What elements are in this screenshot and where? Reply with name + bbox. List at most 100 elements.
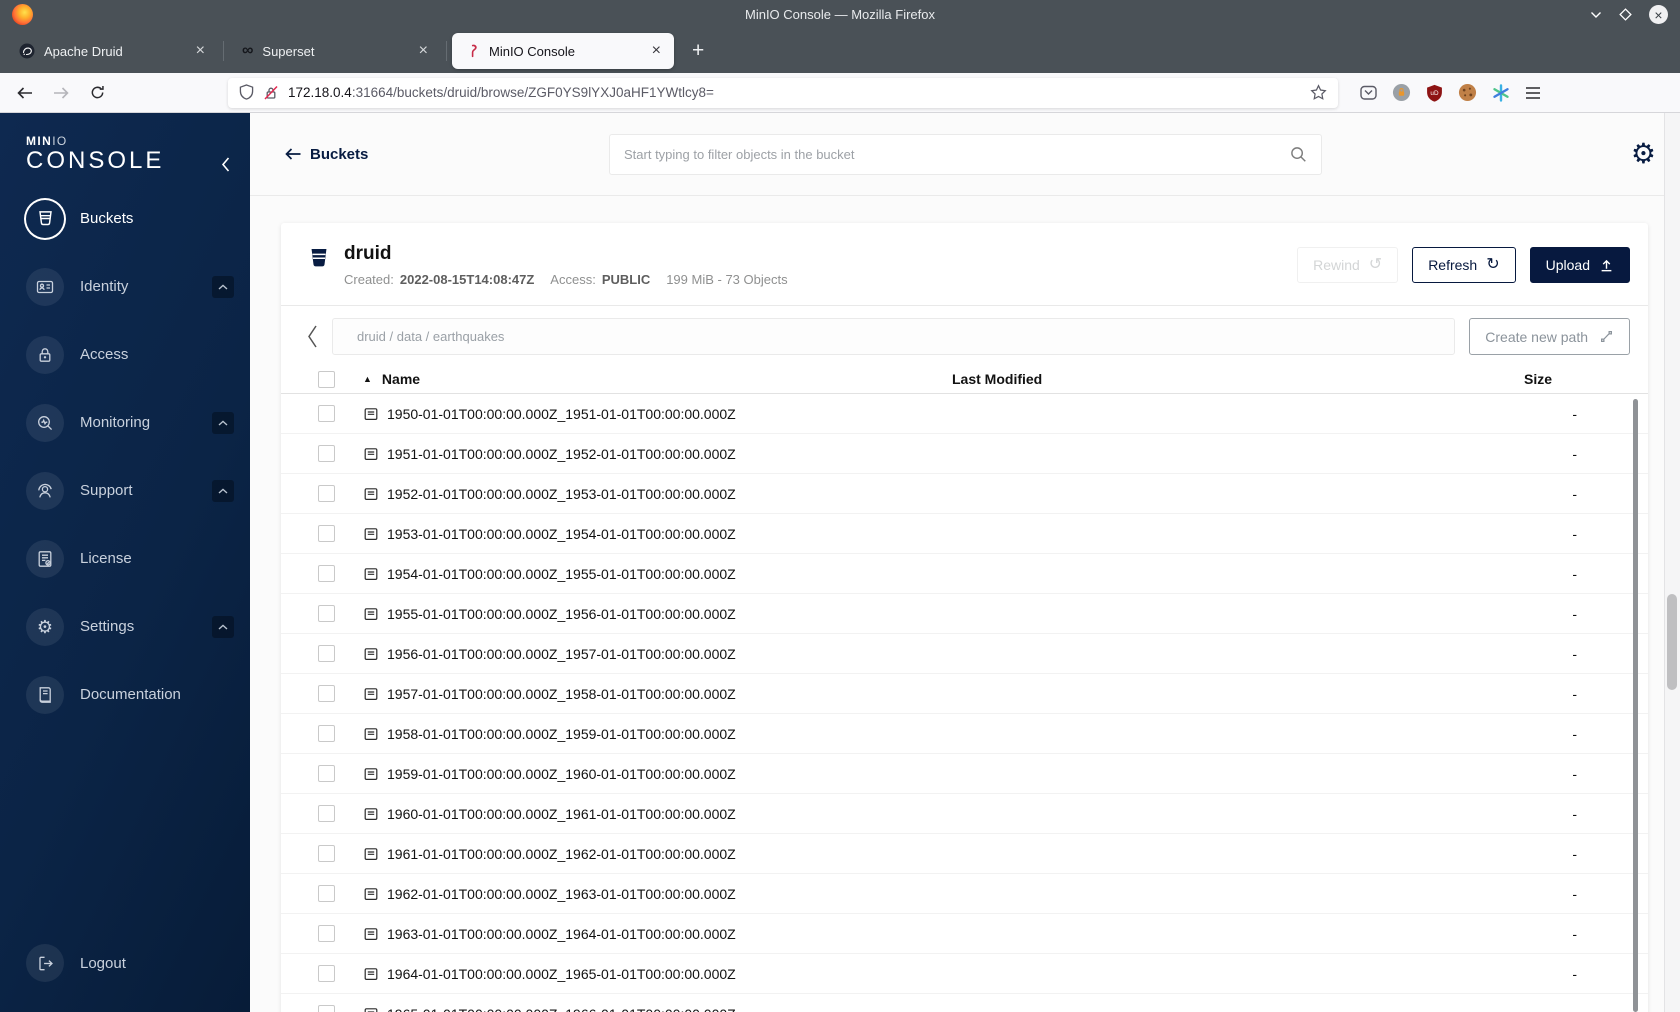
select-all-checkbox[interactable] bbox=[318, 370, 335, 388]
minimize-icon[interactable] bbox=[1590, 11, 1602, 19]
tab-minio-console[interactable]: MinIO Console × bbox=[452, 33, 674, 69]
bookmark-star-icon[interactable] bbox=[1310, 84, 1327, 101]
tab-superset[interactable]: ∞ Superset × bbox=[229, 33, 441, 69]
url-text[interactable]: 172.18.0.4:31664/buckets/druid/browse/ZG… bbox=[288, 85, 1301, 100]
sidebar-item-identity[interactable]: Identity bbox=[0, 253, 250, 321]
sidebar-item-settings[interactable]: ⚙ Settings bbox=[0, 593, 250, 661]
object-size: - bbox=[1572, 525, 1577, 542]
row-checkbox[interactable] bbox=[318, 645, 335, 662]
tab-apache-druid[interactable]: Apache Druid × bbox=[6, 33, 218, 69]
table-row[interactable]: 1952-01-01T00:00:00.000Z_1953-01-01T00:0… bbox=[281, 474, 1648, 514]
privacy-extension-icon[interactable] bbox=[1392, 83, 1411, 102]
row-checkbox[interactable] bbox=[318, 605, 335, 622]
refresh-button[interactable]: Refresh ↻ bbox=[1412, 247, 1516, 283]
breadcrumb-path: druid / data / earthquakes bbox=[357, 329, 505, 344]
create-new-path-button[interactable]: Create new path bbox=[1469, 318, 1630, 355]
object-size: - bbox=[1572, 605, 1577, 622]
asterisk-extension-icon[interactable] bbox=[1492, 83, 1510, 102]
table-row[interactable]: 1954-01-01T00:00:00.000Z_1955-01-01T00:0… bbox=[281, 554, 1648, 594]
table-row[interactable]: 1957-01-01T00:00:00.000Z_1958-01-01T00:0… bbox=[281, 674, 1648, 714]
ublock-shield-icon[interactable]: uD bbox=[1426, 84, 1443, 102]
table-row[interactable]: 1950-01-01T00:00:00.000Z_1951-01-01T00:0… bbox=[281, 394, 1648, 434]
row-checkbox[interactable] bbox=[318, 765, 335, 782]
object-name: 1951-01-01T00:00:00.000Z_1952-01-01T00:0… bbox=[387, 445, 736, 462]
settings-gear-icon[interactable]: ⚙ bbox=[1631, 140, 1656, 168]
sidebar-collapse-icon[interactable] bbox=[221, 157, 230, 172]
back-icon[interactable] bbox=[10, 79, 40, 107]
row-checkbox[interactable] bbox=[318, 405, 335, 422]
path-back-chevron-icon[interactable] bbox=[307, 325, 318, 348]
row-checkbox[interactable] bbox=[318, 845, 335, 862]
new-tab-button[interactable]: + bbox=[686, 39, 710, 63]
window-title: MinIO Console — Mozilla Firefox bbox=[745, 7, 935, 22]
table-row[interactable]: 1963-01-01T00:00:00.000Z_1964-01-01T00:0… bbox=[281, 914, 1648, 954]
row-checkbox[interactable] bbox=[318, 445, 335, 462]
rewind-button[interactable]: Rewind ↺ bbox=[1297, 247, 1399, 283]
tab-close-icon[interactable]: × bbox=[649, 42, 664, 60]
row-checkbox[interactable] bbox=[318, 685, 335, 702]
sidebar-item-license[interactable]: License bbox=[0, 525, 250, 593]
object-name: 1952-01-01T00:00:00.000Z_1953-01-01T00:0… bbox=[387, 485, 736, 502]
chevron-up-icon[interactable] bbox=[212, 615, 234, 638]
reload-icon[interactable] bbox=[82, 79, 112, 107]
object-file-icon bbox=[363, 886, 379, 902]
tab-close-icon[interactable]: × bbox=[193, 42, 208, 60]
sidebar: MINIO CONSOLE Buckets Identity Access Monit… bbox=[0, 113, 250, 1012]
chevron-up-icon[interactable] bbox=[212, 275, 234, 298]
pocket-icon[interactable] bbox=[1360, 85, 1377, 101]
row-checkbox[interactable] bbox=[318, 885, 335, 902]
row-checkbox[interactable] bbox=[318, 525, 335, 542]
sidebar-item-buckets[interactable]: Buckets bbox=[0, 185, 250, 253]
row-checkbox[interactable] bbox=[318, 805, 335, 822]
search-input[interactable] bbox=[624, 147, 1290, 162]
table-row[interactable]: 1958-01-01T00:00:00.000Z_1959-01-01T00:0… bbox=[281, 714, 1648, 754]
table-row[interactable]: 1959-01-01T00:00:00.000Z_1960-01-01T00:0… bbox=[281, 754, 1648, 794]
row-checkbox[interactable] bbox=[318, 925, 335, 942]
url-bar[interactable]: 172.18.0.4:31664/buckets/druid/browse/ZG… bbox=[228, 77, 1338, 108]
sidebar-item-access[interactable]: Access bbox=[0, 321, 250, 389]
chevron-up-icon[interactable] bbox=[212, 479, 234, 502]
table-row[interactable]: 1965-01-01T00:00:00.000Z_1966-01-01T00:0… bbox=[281, 994, 1648, 1012]
sort-ascending-icon[interactable]: ▲ bbox=[363, 374, 372, 384]
table-row[interactable]: 1964-01-01T00:00:00.000Z_1965-01-01T00:0… bbox=[281, 954, 1648, 994]
row-checkbox[interactable] bbox=[318, 485, 335, 502]
menu-hamburger-icon[interactable] bbox=[1525, 86, 1541, 100]
row-checkbox[interactable] bbox=[318, 965, 335, 982]
table-row[interactable]: 1960-01-01T00:00:00.000Z_1961-01-01T00:0… bbox=[281, 794, 1648, 834]
back-label: Buckets bbox=[310, 145, 369, 163]
page-scrollbar-track[interactable] bbox=[1664, 113, 1680, 1012]
forward-icon[interactable] bbox=[46, 79, 76, 107]
maximize-icon[interactable] bbox=[1619, 8, 1632, 21]
sidebar-item-label: Identity bbox=[80, 278, 129, 296]
back-to-buckets-button[interactable]: Buckets bbox=[285, 146, 368, 163]
tab-bar: Apache Druid × ∞ Superset × MinIO Consol… bbox=[0, 29, 1680, 73]
table-scrollbar[interactable] bbox=[1633, 399, 1638, 1012]
object-file-icon bbox=[363, 1006, 379, 1012]
page-scrollbar-thumb[interactable] bbox=[1667, 594, 1677, 690]
row-checkbox[interactable] bbox=[318, 565, 335, 582]
sidebar-item-documentation[interactable]: Documentation bbox=[0, 661, 250, 729]
logo-io: IO bbox=[52, 134, 68, 148]
cookie-extension-icon[interactable] bbox=[1458, 83, 1477, 102]
table-row[interactable]: 1961-01-01T00:00:00.000Z_1962-01-01T00:0… bbox=[281, 834, 1648, 874]
row-checkbox[interactable] bbox=[318, 725, 335, 742]
name-column-header[interactable]: Name bbox=[382, 371, 420, 387]
sidebar-item-monitoring[interactable]: Monitoring bbox=[0, 389, 250, 457]
table-row[interactable]: 1953-01-01T00:00:00.000Z_1954-01-01T00:0… bbox=[281, 514, 1648, 554]
search-icon[interactable] bbox=[1290, 146, 1307, 163]
insecure-lock-icon[interactable] bbox=[263, 85, 279, 101]
close-window-icon[interactable]: × bbox=[1649, 5, 1668, 24]
sidebar-item-logout[interactable]: Logout bbox=[0, 929, 250, 997]
refresh-icon: ↻ bbox=[1486, 256, 1500, 273]
upload-button[interactable]: Upload bbox=[1529, 247, 1630, 283]
table-row[interactable]: 1962-01-01T00:00:00.000Z_1963-01-01T00:0… bbox=[281, 874, 1648, 914]
tab-close-icon[interactable]: × bbox=[416, 42, 431, 60]
table-row[interactable]: 1955-01-01T00:00:00.000Z_1956-01-01T00:0… bbox=[281, 594, 1648, 634]
table-row[interactable]: 1951-01-01T00:00:00.000Z_1952-01-01T00:0… bbox=[281, 434, 1648, 474]
sidebar-item-support[interactable]: Support bbox=[0, 457, 250, 525]
shield-icon[interactable] bbox=[239, 84, 254, 101]
row-checkbox[interactable] bbox=[318, 1005, 335, 1012]
table-row[interactable]: 1956-01-01T00:00:00.000Z_1957-01-01T00:0… bbox=[281, 634, 1648, 674]
chevron-up-icon[interactable] bbox=[212, 411, 234, 434]
object-size: - bbox=[1572, 725, 1577, 742]
